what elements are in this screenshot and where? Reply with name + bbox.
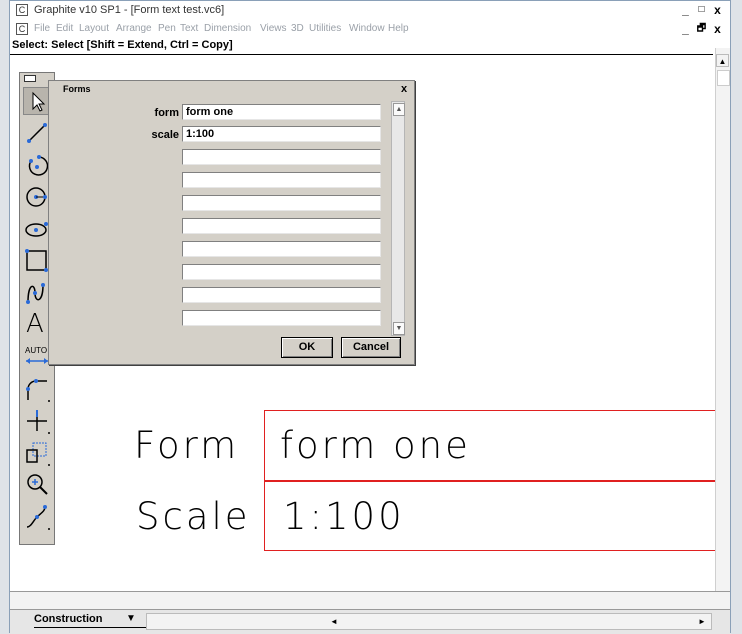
perpendicular-tool[interactable] bbox=[23, 407, 51, 435]
title-bar: C Graphite v10 SP1 - [Form text test.vc6… bbox=[10, 1, 730, 21]
scroll-left-arrow[interactable]: ◄ bbox=[327, 615, 341, 628]
dimension-arrows-icon bbox=[26, 358, 48, 364]
form-field-8-input[interactable] bbox=[182, 264, 381, 280]
drawing-scale-value[interactable]: 1:100 bbox=[283, 495, 405, 538]
maximize-button[interactable]: □ bbox=[694, 3, 709, 17]
menu-pen[interactable]: Pen bbox=[158, 23, 176, 34]
offset-icon bbox=[26, 442, 50, 466]
ellipse-icon bbox=[25, 222, 50, 242]
form-field-5-input[interactable] bbox=[182, 195, 381, 211]
spline-icon bbox=[26, 283, 50, 306]
menu-bar: C File Edit Layout Arrange Pen Text Dime… bbox=[10, 21, 730, 38]
layer-name: Construction bbox=[34, 613, 103, 625]
forms-scroll-up-arrow[interactable]: ▲ bbox=[393, 103, 405, 116]
horizontal-scrollbar[interactable]: ◄ ► bbox=[146, 613, 712, 630]
menu-layout[interactable]: Layout bbox=[79, 23, 109, 34]
doc-minimize-button[interactable]: _ bbox=[678, 22, 693, 36]
menu-window[interactable]: Window bbox=[349, 23, 385, 34]
forms-scroll-down-arrow[interactable]: ▼ bbox=[393, 322, 405, 335]
ok-button[interactable]: OK bbox=[281, 337, 333, 358]
drawing-form-label[interactable]: Form bbox=[134, 424, 239, 467]
minimize-button[interactable]: _ bbox=[678, 3, 693, 17]
rectangle-tool[interactable] bbox=[23, 247, 51, 275]
menu-text[interactable]: Text bbox=[180, 23, 198, 34]
form-field-10-input[interactable] bbox=[182, 310, 381, 326]
forms-dialog-title: Forms bbox=[63, 84, 91, 94]
forms-close-button[interactable]: x bbox=[397, 83, 411, 96]
cancel-button[interactable]: Cancel bbox=[341, 337, 401, 358]
form-box-top-line[interactable] bbox=[264, 410, 715, 411]
layer-bar: Construction ▼ ◄ ► bbox=[10, 610, 730, 634]
magnifier-icon bbox=[27, 474, 48, 495]
document-icon[interactable]: C bbox=[16, 23, 28, 35]
text-tool-glyph: A bbox=[26, 309, 44, 339]
zoom-tool[interactable] bbox=[23, 471, 51, 499]
drawing-form-value[interactable]: form one bbox=[280, 424, 471, 467]
menu-utilities[interactable]: Utilities bbox=[309, 23, 341, 34]
perpendicular-icon bbox=[27, 410, 50, 434]
form-box-divider-line[interactable] bbox=[264, 480, 715, 482]
status-text: Select: Select [Shift = Extend, Ctrl = C… bbox=[12, 39, 233, 51]
form-field-9-input[interactable] bbox=[182, 287, 381, 303]
bezier-curve-icon bbox=[26, 505, 50, 530]
drawing-scale-label[interactable]: Scale bbox=[136, 495, 251, 538]
form-field-6-input[interactable] bbox=[182, 218, 381, 234]
text-tool[interactable]: A bbox=[23, 309, 51, 339]
circle-icon bbox=[26, 187, 50, 210]
doc-restore-button[interactable]: 🗗 bbox=[694, 22, 709, 36]
doc-close-button[interactable]: x bbox=[710, 22, 725, 36]
form-field-7-input[interactable] bbox=[182, 241, 381, 257]
form-field-3-input[interactable] bbox=[182, 149, 381, 165]
form-field-input[interactable]: form one bbox=[182, 104, 381, 120]
scroll-up-arrow[interactable]: ▲ bbox=[716, 54, 729, 67]
message-bar bbox=[10, 591, 730, 610]
bezier-tool[interactable] bbox=[23, 503, 51, 531]
menu-help[interactable]: Help bbox=[388, 23, 409, 34]
menu-edit[interactable]: Edit bbox=[56, 23, 73, 34]
form-field-label: form bbox=[154, 107, 179, 119]
chevron-down-icon: ▼ bbox=[126, 613, 136, 624]
select-arrow-tool[interactable] bbox=[23, 87, 51, 115]
forms-scrollbar[interactable]: ▲ ▼ bbox=[391, 101, 405, 336]
line-tool[interactable] bbox=[23, 119, 51, 147]
app-icon[interactable]: C bbox=[16, 4, 28, 16]
menu-dimension[interactable]: Dimension bbox=[204, 23, 251, 34]
circle-tool[interactable] bbox=[23, 183, 51, 211]
layer-dropdown[interactable]: Construction ▼ bbox=[34, 613, 146, 628]
arc-tool[interactable] bbox=[23, 151, 51, 179]
fillet-tool[interactable] bbox=[23, 375, 51, 403]
close-button[interactable]: x bbox=[710, 3, 725, 17]
offset-tool[interactable] bbox=[23, 439, 51, 467]
menu-views[interactable]: Views bbox=[260, 23, 287, 34]
auto-dimension-tool[interactable]: AUTO bbox=[23, 343, 51, 371]
form-box-left-line[interactable] bbox=[264, 410, 265, 551]
toolbox-grip[interactable] bbox=[24, 75, 36, 82]
menu-3d[interactable]: 3D bbox=[291, 23, 304, 34]
arc-icon bbox=[28, 155, 50, 178]
spline-tool[interactable] bbox=[23, 279, 51, 307]
window-title: Graphite v10 SP1 - [Form text test.vc6] bbox=[34, 4, 225, 16]
vertical-scroll-thumb[interactable] bbox=[717, 70, 730, 86]
menu-arrange[interactable]: Arrange bbox=[116, 23, 152, 34]
line-icon bbox=[27, 123, 50, 146]
form-box-bottom-line[interactable] bbox=[264, 550, 715, 551]
status-line: Select: Select [Shift = Extend, Ctrl = C… bbox=[10, 38, 713, 55]
scroll-right-arrow[interactable]: ► bbox=[695, 615, 709, 628]
form-field-4-input[interactable] bbox=[182, 172, 381, 188]
fillet-icon bbox=[26, 379, 50, 402]
ellipse-tool[interactable] bbox=[23, 215, 51, 243]
menu-file[interactable]: File bbox=[34, 23, 50, 34]
vertical-scrollbar[interactable]: ▲ ▼ bbox=[715, 48, 730, 624]
forms-dialog: Forms x form form one scale 1:100 ▲ ▼ OK… bbox=[48, 80, 415, 365]
scale-field-label: scale bbox=[151, 129, 179, 141]
rectangle-icon bbox=[25, 249, 50, 274]
scale-field-input[interactable]: 1:100 bbox=[182, 126, 381, 142]
